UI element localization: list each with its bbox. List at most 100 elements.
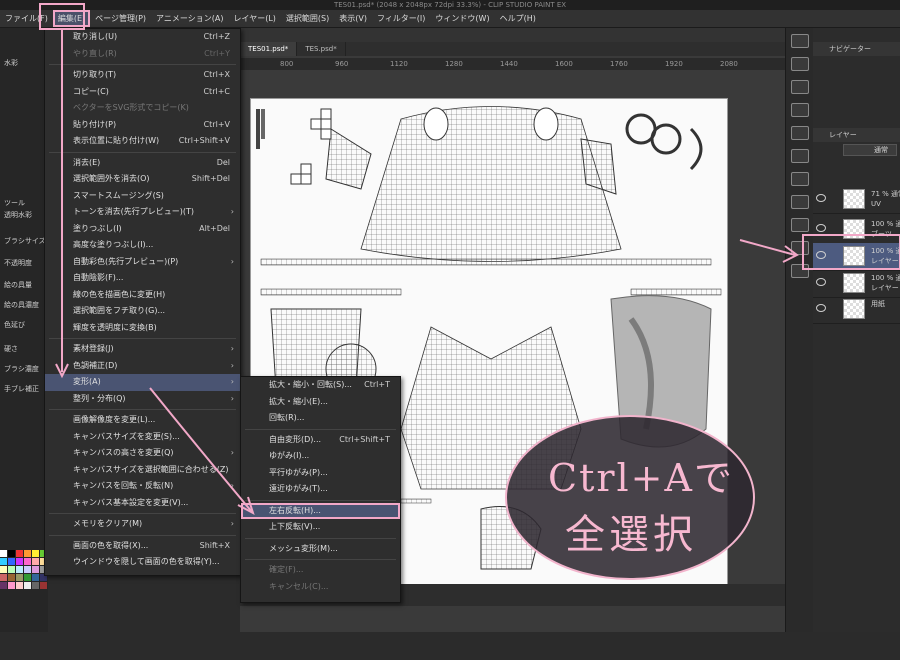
- layer-row[interactable]: 100 % 通常レイヤー: [813, 270, 900, 298]
- tool-prop-label[interactable]: 絵の具濃度: [4, 300, 48, 310]
- menu-item[interactable]: 拡大・縮小・回転(S)... Ctrl+T: [241, 377, 400, 394]
- color-palette[interactable]: [0, 540, 48, 660]
- menu-item[interactable]: ウインドウを隠して画面の色を取得(Y)...: [45, 554, 240, 571]
- palette-swatch[interactable]: [8, 558, 15, 565]
- eye-icon[interactable]: [816, 304, 826, 312]
- menu-item[interactable]: 自動陰影(F)...: [45, 270, 240, 287]
- menu-item[interactable]: 取り消し(U) Ctrl+Z: [45, 29, 240, 46]
- menu-item[interactable]: トーンを消去(先行プレビュー)(T) ›: [45, 204, 240, 221]
- navigator-tab[interactable]: ナビゲーター: [813, 42, 900, 56]
- tool-prop-label[interactable]: 不透明度: [4, 258, 48, 268]
- menu-item[interactable]: 遠近ゆがみ(T)...: [241, 481, 400, 498]
- palette-swatch[interactable]: [24, 582, 31, 589]
- close-icon[interactable]: [790, 103, 809, 117]
- palette-swatch[interactable]: [8, 566, 15, 573]
- palette-swatch[interactable]: [24, 566, 31, 573]
- sub-view-icon[interactable]: [790, 80, 809, 94]
- palette-swatch[interactable]: [0, 566, 7, 573]
- layer-tab[interactable]: レイヤー: [813, 128, 900, 142]
- menu-item[interactable]: ゆがみ(I)...: [241, 448, 400, 465]
- menu-item[interactable]: 線の色を描画色に変更(H): [45, 287, 240, 304]
- tool-prop-label[interactable]: ブラシサイズ: [4, 236, 48, 246]
- palette-swatch[interactable]: [24, 558, 31, 565]
- menu-item[interactable]: キャンバスサイズを選択範囲に合わせる(Z): [45, 462, 240, 479]
- menu-item[interactable]: 貼り付け(P) Ctrl+V: [45, 117, 240, 134]
- document-tab[interactable]: TES01.psd*: [240, 42, 298, 56]
- palette-swatch[interactable]: [16, 582, 23, 589]
- menu-3[interactable]: アニメーション(A): [151, 10, 228, 27]
- palette-swatch[interactable]: [16, 566, 23, 573]
- menu-item[interactable]: 変形(A) ›: [45, 374, 240, 391]
- palette-swatch[interactable]: [0, 574, 7, 581]
- menu-item[interactable]: スマートスムージング(S): [45, 188, 240, 205]
- eye-icon[interactable]: [816, 278, 826, 286]
- menu-8[interactable]: ウィンドウ(W): [430, 10, 494, 27]
- menu-7[interactable]: フィルター(I): [372, 10, 430, 27]
- menu-item[interactable]: 消去(E) Del: [45, 155, 240, 172]
- delete-icon[interactable]: [790, 264, 809, 278]
- palette-swatch[interactable]: [24, 574, 31, 581]
- menu-item[interactable]: 自由変形(D)... Ctrl+Shift+T: [241, 432, 400, 449]
- menu-item[interactable]: メッシュ変形(M)...: [241, 541, 400, 558]
- tool-prop-label[interactable]: ブラシ濃度: [4, 364, 48, 374]
- palette-swatch[interactable]: [16, 558, 23, 565]
- palette-swatch[interactable]: [8, 582, 15, 589]
- layer-row[interactable]: 71 % 通常 UV: [813, 186, 900, 214]
- navigator-icon[interactable]: [790, 57, 809, 71]
- menu-item[interactable]: 平行ゆがみ(P)...: [241, 465, 400, 482]
- palette-swatch[interactable]: [16, 574, 23, 581]
- palette-swatch[interactable]: [0, 558, 7, 565]
- menu-item[interactable]: 高度な塗りつぶし(I)...: [45, 237, 240, 254]
- menu-item[interactable]: 色調補正(D) ›: [45, 358, 240, 375]
- menu-item[interactable]: 上下反転(V)...: [241, 519, 400, 536]
- palette-swatch[interactable]: [32, 550, 39, 557]
- menu-item[interactable]: 自動彩色(先行プレビュー)(P) ›: [45, 254, 240, 271]
- palette-swatch[interactable]: [0, 582, 7, 589]
- menu-item[interactable]: 回転(R)...: [241, 410, 400, 427]
- layer-row[interactable]: 用紙: [813, 296, 900, 324]
- menu-item[interactable]: キャンバスサイズを変更(S)...: [45, 429, 240, 446]
- tool-prop-label[interactable]: 水彩: [4, 58, 48, 68]
- palette-swatch[interactable]: [32, 582, 39, 589]
- material-icon[interactable]: [790, 172, 809, 186]
- menu-item[interactable]: 左右反転(H)...: [241, 502, 400, 519]
- palette-swatch[interactable]: [32, 566, 39, 573]
- menu-item[interactable]: 選択範囲外を消去(O) Shift+Del: [45, 171, 240, 188]
- menu-6[interactable]: 表示(V): [334, 10, 372, 27]
- tool-prop-label[interactable]: 手ブレ補正: [4, 384, 48, 394]
- menu-item[interactable]: 選択範囲をフチ取り(G)...: [45, 303, 240, 320]
- blend-mode-select[interactable]: 通常: [843, 144, 897, 156]
- tool-prop-label[interactable]: ツール: [4, 198, 48, 208]
- palette-swatch[interactable]: [8, 550, 15, 557]
- menu-9[interactable]: ヘルプ(H): [495, 10, 541, 27]
- menu-item[interactable]: キャンバスの高さを変更(Q) ›: [45, 445, 240, 462]
- menu-item[interactable]: メモリをクリア(M) ›: [45, 516, 240, 533]
- menu-1[interactable]: 編集(E): [52, 10, 91, 27]
- new-vector-layer-icon[interactable]: [790, 218, 809, 232]
- tool-prop-label[interactable]: 絵の具量: [4, 280, 48, 290]
- palette-swatch[interactable]: [8, 574, 15, 581]
- menu-item[interactable]: キャンバスを回転・反転(N) ›: [45, 478, 240, 495]
- menu-5[interactable]: 選択範囲(S): [281, 10, 334, 27]
- menu-item[interactable]: 画面の色を取得(X)... Shift+X: [45, 538, 240, 555]
- tool-prop-label[interactable]: 硬さ: [4, 344, 48, 354]
- history-icon[interactable]: [790, 149, 809, 163]
- layer-row[interactable]: 100 % 通常ブーツ: [813, 216, 900, 244]
- menu-item[interactable]: 拡大・縮小(E)...: [241, 394, 400, 411]
- menu-item[interactable]: 塗りつぶし(I) Alt+Del: [45, 221, 240, 238]
- tool-prop-label[interactable]: 色延び: [4, 320, 48, 330]
- search-icon[interactable]: [790, 34, 809, 48]
- menu-0[interactable]: ファイル(F): [0, 10, 53, 27]
- new-layer-icon[interactable]: [790, 195, 809, 209]
- menu-item[interactable]: キャンバス基本設定を変更(V)...: [45, 495, 240, 512]
- tool-prop-label[interactable]: 透明水彩: [4, 210, 48, 220]
- menu-4[interactable]: レイヤー(L): [228, 10, 280, 27]
- palette-swatch[interactable]: [24, 550, 31, 557]
- eye-icon[interactable]: [816, 224, 826, 232]
- layer-row[interactable]: 100 % 通常レイヤー: [813, 243, 900, 271]
- menu-item[interactable]: 素材登録(J) ›: [45, 341, 240, 358]
- mask-icon[interactable]: [790, 241, 809, 255]
- eye-icon[interactable]: [816, 194, 826, 202]
- menu-2[interactable]: ページ管理(P): [90, 10, 151, 27]
- layer-property-icon[interactable]: [790, 126, 809, 140]
